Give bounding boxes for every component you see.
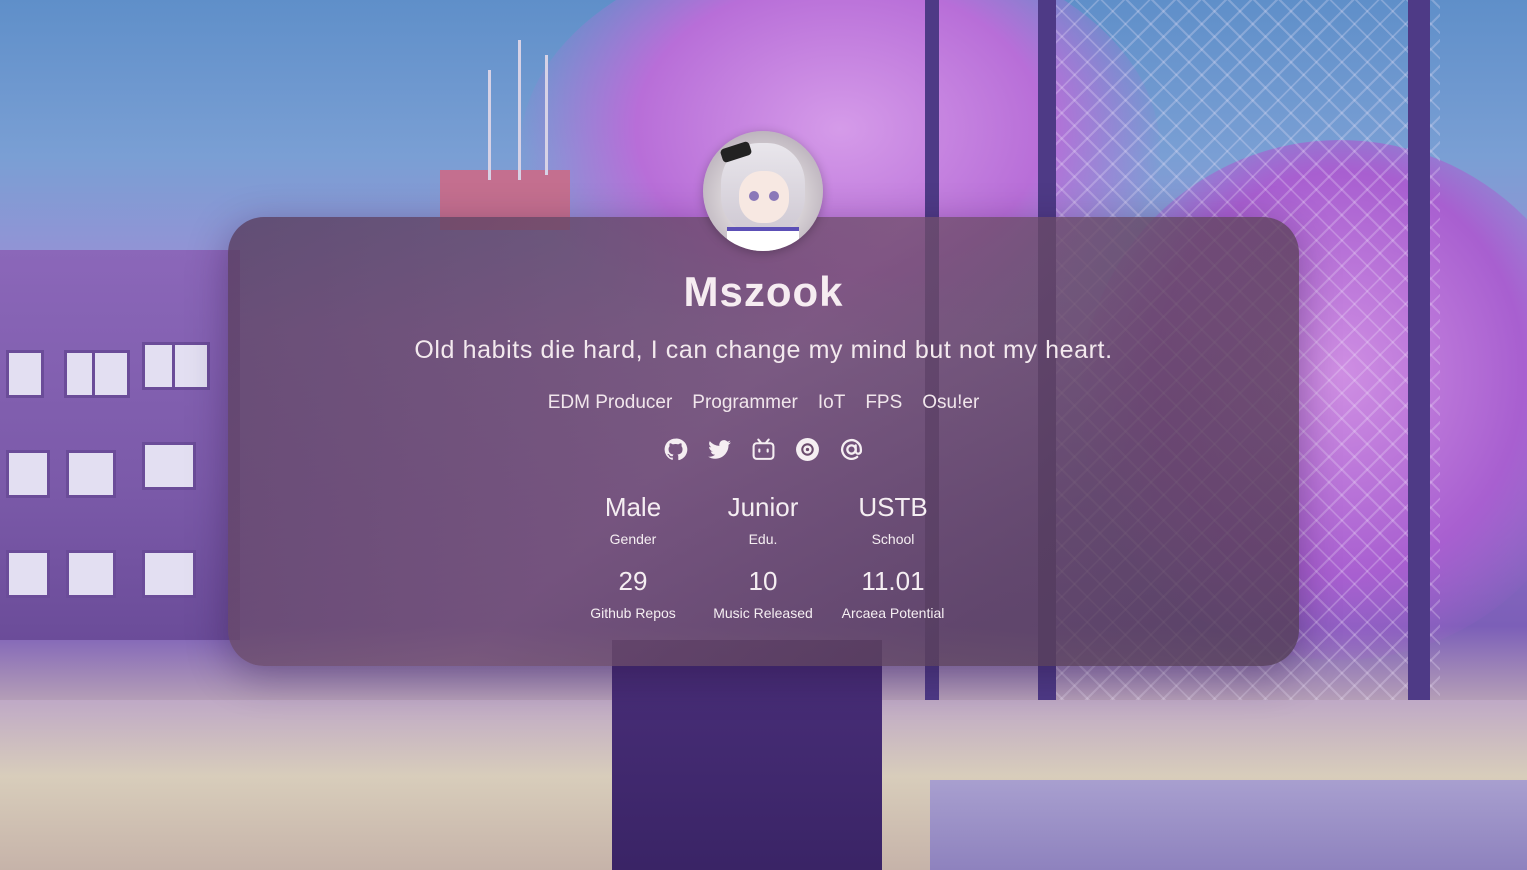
stat-label: School xyxy=(871,531,915,547)
fence-post xyxy=(1408,0,1430,790)
stat-value: 10 xyxy=(748,566,778,596)
stat-value: 11.01 xyxy=(861,566,925,596)
bilibili-icon[interactable] xyxy=(751,437,776,462)
flag-pole xyxy=(488,70,491,180)
tree-trunk xyxy=(612,640,882,870)
stat-label: Music Released xyxy=(713,605,813,621)
stat-value: Male xyxy=(604,492,662,522)
stat-label: Github Repos xyxy=(590,605,676,621)
flag-pole xyxy=(518,40,521,180)
stat-value: Junior xyxy=(727,492,799,522)
tag-edm-producer: EDM Producer xyxy=(547,392,673,413)
stat-label: Arcaea Potential xyxy=(841,605,945,621)
stat-gender: Male Gender xyxy=(568,490,698,550)
tag-iot: IoT xyxy=(817,392,846,413)
netease-music-icon[interactable] xyxy=(795,437,820,462)
stat-github-repos: 29 Github Repos xyxy=(568,564,698,624)
tag-programmer: Programmer xyxy=(692,392,798,413)
stat-music-released: 10 Music Released xyxy=(698,564,828,624)
tag-list: EDM Producer Programmer IoT FPS Osu!er xyxy=(228,392,1299,414)
flag-pole xyxy=(545,55,548,175)
profile-name: Mszook xyxy=(683,268,844,315)
email-icon[interactable] xyxy=(839,437,864,462)
stats-grid: Male Gender Junior Edu. USTB School 29 G… xyxy=(568,490,958,624)
stat-arcaea-potential: 11.01 Arcaea Potential xyxy=(828,564,958,624)
stat-value: USTB xyxy=(858,492,928,522)
tag-osuer: Osu!er xyxy=(922,392,980,413)
stat-label: Edu. xyxy=(748,531,778,547)
social-links xyxy=(228,437,1299,462)
concrete-wall xyxy=(930,780,1527,870)
github-icon[interactable] xyxy=(663,437,688,462)
school-building xyxy=(0,250,240,640)
stat-value: 29 xyxy=(618,566,648,596)
twitter-icon[interactable] xyxy=(707,437,732,462)
profile-motto: Old habits die hard, I can change my min… xyxy=(414,336,1113,364)
tag-fps: FPS xyxy=(865,392,903,413)
stat-school: USTB School xyxy=(828,490,958,550)
avatar xyxy=(703,131,823,251)
stat-label: Gender xyxy=(609,531,657,547)
stat-education: Junior Edu. xyxy=(698,490,828,550)
